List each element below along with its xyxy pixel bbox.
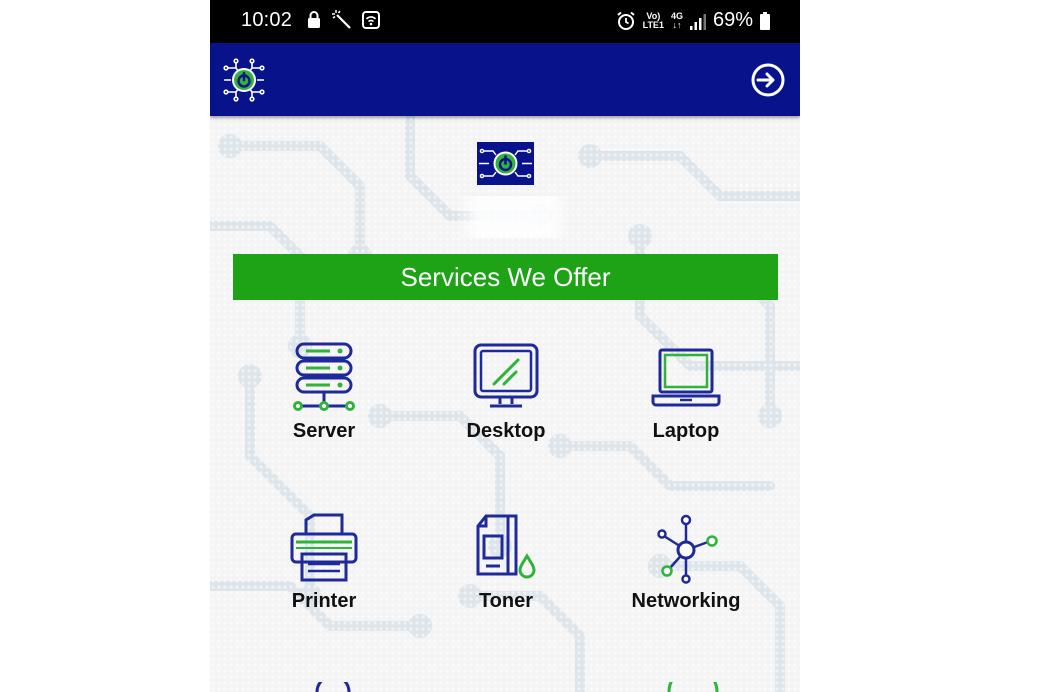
service-printer[interactable]: Printer	[254, 512, 394, 613]
phone-screen: 10:02 Vo) LTE1 4G ↓↑ 69% Services We Off…	[210, 0, 800, 692]
desktop-icon	[473, 343, 539, 408]
alarm-icon	[616, 11, 635, 30]
service-toner[interactable]: Toner	[436, 512, 576, 613]
server-icon	[293, 342, 355, 411]
service-label: Server	[292, 420, 356, 442]
lock-icon	[308, 11, 320, 28]
toner-icon	[476, 514, 536, 579]
status-bar: 10:02 Vo) LTE1 4G ↓↑ 69%	[210, 0, 800, 43]
service-label: Toner	[478, 590, 534, 612]
battery-percent: 69%	[712, 9, 753, 31]
wifi-box-icon	[362, 11, 380, 29]
service-label: Desktop	[466, 420, 546, 442]
service-label: Networking	[631, 590, 741, 612]
signal-strength-icon	[689, 13, 706, 30]
service-label: Laptop	[652, 420, 720, 442]
login-arrow-icon[interactable]	[750, 62, 786, 98]
service-server[interactable]: Server	[254, 340, 394, 443]
service-laptop[interactable]: Laptop	[616, 340, 756, 443]
volte-indicator: Vo) LTE1	[642, 10, 664, 30]
app-logo-icon[interactable]	[222, 58, 266, 102]
partial-service-icon	[315, 682, 351, 692]
service-networking[interactable]: Networking	[616, 512, 756, 613]
faded-logo-text	[456, 196, 572, 238]
magic-wand-icon	[332, 10, 351, 29]
battery-icon	[760, 11, 770, 30]
app-bar	[210, 43, 800, 116]
status-time: 10:02	[241, 9, 293, 31]
center-logo-icon	[477, 142, 534, 185]
services-banner: Services We Offer	[233, 254, 778, 300]
networking-icon	[657, 514, 718, 584]
service-label: Printer	[291, 590, 357, 612]
network-type-indicator: 4G ↓↑	[670, 10, 683, 30]
laptop-icon	[651, 348, 721, 407]
service-desktop[interactable]: Desktop	[436, 340, 576, 443]
printer-icon	[290, 513, 358, 582]
services-banner-title: Services We Offer	[400, 261, 611, 292]
partial-service-icon	[667, 682, 719, 692]
